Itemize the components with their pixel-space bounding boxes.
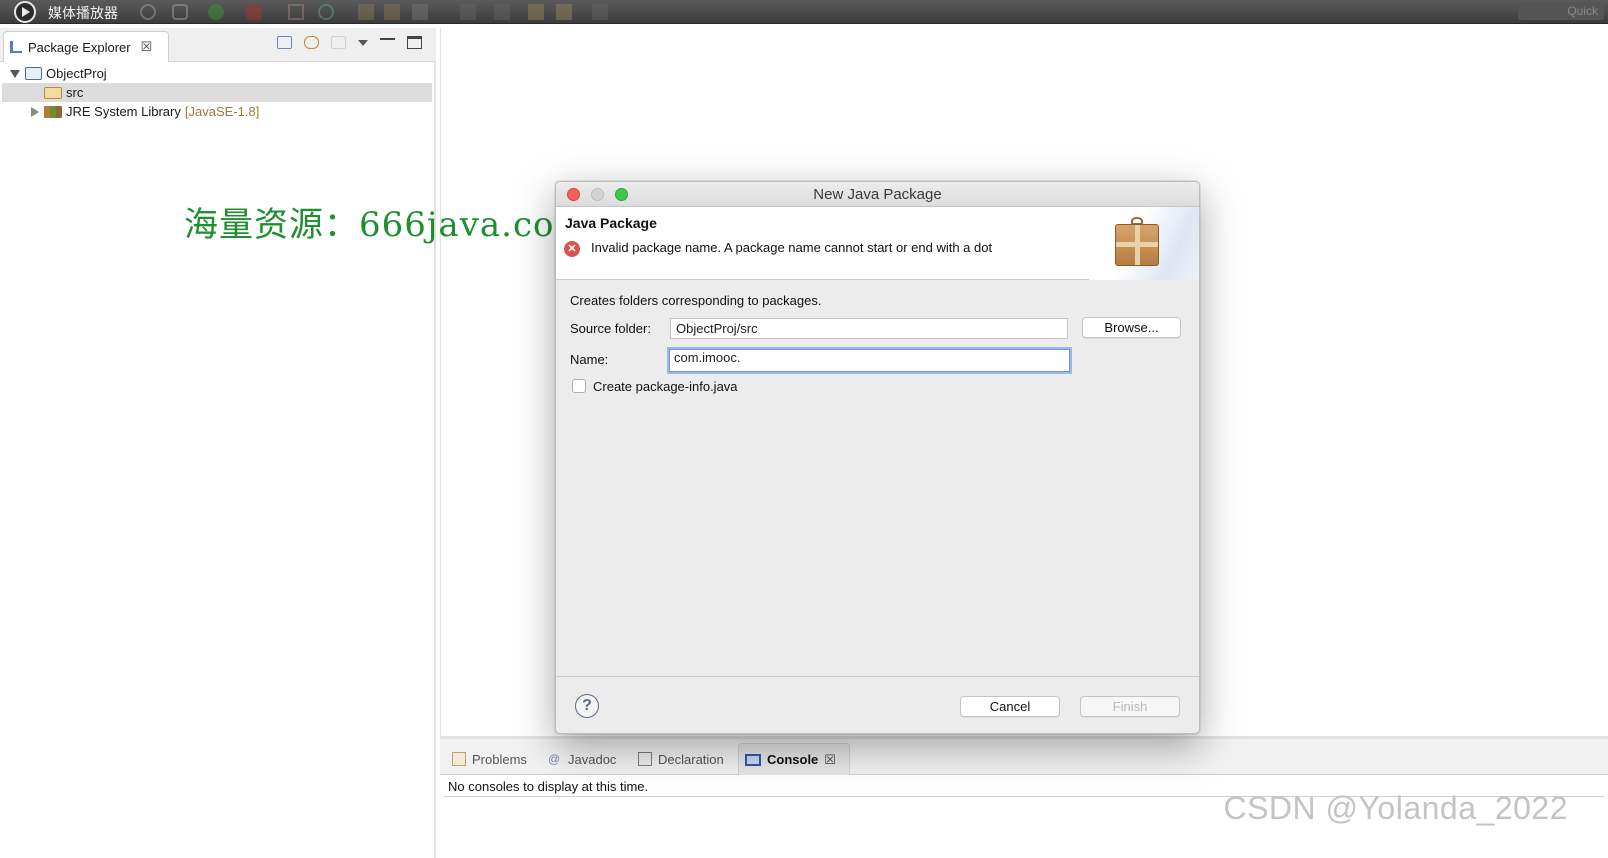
close-icon[interactable]: ☒: [141, 39, 153, 55]
minimize-icon[interactable]: [380, 38, 395, 41]
src-label: src: [66, 85, 84, 100]
edit-icon[interactable]: [412, 4, 428, 20]
explorer-tab-bar: Package Explorer ☒: [0, 28, 436, 62]
refresh-icon[interactable]: [318, 4, 334, 20]
console-icon: [745, 753, 761, 766]
tab-label: Javadoc: [568, 751, 617, 767]
open-folder-icon[interactable]: [358, 4, 374, 20]
header-title: Java Package: [565, 215, 657, 231]
dialog-description: Creates folders corresponding to package…: [570, 293, 822, 308]
name-label: Name:: [570, 352, 609, 367]
new-java-package-dialog: New Java Package Java Package ✕ Invalid …: [555, 181, 1200, 734]
media-player-bar: 媒体播放器 Quick: [0, 0, 1608, 24]
close-icon[interactable]: ☒: [824, 752, 836, 768]
project-folder-icon: [25, 67, 42, 80]
tab-label: Problems: [472, 751, 527, 767]
package-wizard-icon: [1115, 224, 1159, 266]
cancel-button[interactable]: Cancel: [960, 696, 1060, 717]
project-name: ObjectProj: [46, 66, 107, 81]
run-icon[interactable]: [208, 4, 224, 20]
new-icon[interactable]: [288, 4, 304, 20]
help-icon[interactable]: ?: [575, 694, 599, 718]
watermark-text: 海量资源：666java.com: [184, 205, 588, 245]
csdn-watermark: CSDN @Yolanda_2022: [1223, 790, 1568, 826]
source-folder-label: Source folder:: [570, 321, 651, 336]
forward-icon[interactable]: [592, 4, 608, 20]
play-icon[interactable]: [14, 1, 36, 23]
tab-package-explorer[interactable]: Package Explorer ☒: [3, 31, 169, 62]
package-explorer-icon: [10, 41, 22, 53]
collapse-arrow-icon[interactable]: [31, 106, 39, 117]
package-info-checkbox[interactable]: [572, 379, 586, 393]
tab-javadoc[interactable]: @ Javadoc: [542, 743, 622, 775]
filter-icon[interactable]: [331, 36, 346, 49]
tree-item-project[interactable]: ObjectProj: [0, 64, 436, 83]
debug-icon[interactable]: [172, 4, 188, 20]
maximize-icon[interactable]: [407, 36, 422, 49]
tree-item-src[interactable]: src: [2, 83, 432, 102]
dialog-header: Java Package ✕ Invalid package name. A p…: [556, 207, 1199, 280]
player-title: 媒体播放器: [48, 5, 118, 21]
dialog-titlebar[interactable]: New Java Package: [556, 182, 1199, 207]
external-tools-icon[interactable]: [246, 4, 262, 20]
footer-divider: [556, 676, 1199, 677]
view-menu-icon[interactable]: [358, 39, 368, 46]
source-folder-field[interactable]: ObjectProj/src: [670, 318, 1068, 339]
open-type-icon[interactable]: [384, 4, 400, 20]
package-name-input[interactable]: com.imooc.: [667, 347, 1072, 374]
source-folder-icon: [44, 86, 62, 99]
tab-label: Console: [767, 752, 819, 767]
library-icon: [44, 105, 62, 118]
problems-icon: [452, 752, 466, 766]
bottom-tab-bar: Problems @ Javadoc Declaration Console ☒: [440, 739, 1608, 775]
back-icon[interactable]: [528, 4, 544, 20]
error-icon: ✕: [564, 241, 580, 257]
history-icon[interactable]: [556, 4, 572, 20]
quick-access-field[interactable]: Quick: [1518, 2, 1604, 20]
console-message: No consoles to display at this time.: [448, 779, 649, 794]
finish-button[interactable]: Finish: [1080, 696, 1180, 717]
search-icon[interactable]: [140, 4, 156, 20]
tree-item-jre[interactable]: JRE System Library [JavaSE-1.8]: [0, 102, 436, 121]
javadoc-icon: @: [548, 752, 561, 766]
tab-label: Package Explorer: [28, 39, 131, 55]
explorer-toolbar: [277, 36, 422, 49]
error-message: Invalid package name. A package name can…: [591, 240, 993, 255]
tab-problems[interactable]: Problems: [446, 743, 533, 775]
tab-label: Declaration: [658, 751, 724, 767]
link-with-editor-icon[interactable]: [304, 36, 319, 49]
annotation-icon[interactable]: [494, 4, 510, 20]
nav-icon[interactable]: [460, 4, 476, 20]
tab-declaration[interactable]: Declaration: [632, 743, 730, 775]
declaration-icon: [638, 752, 652, 766]
dialog-title: New Java Package: [813, 186, 942, 203]
package-explorer-view: Package Explorer ☒ ObjectProj src JRE Sy…: [0, 28, 436, 858]
browse-button[interactable]: Browse...: [1082, 317, 1181, 338]
project-tree: ObjectProj src JRE System Library [JavaS…: [0, 62, 436, 121]
package-info-label: Create package-info.java: [593, 379, 738, 394]
jre-label: JRE System Library: [66, 104, 181, 119]
tab-console[interactable]: Console ☒: [738, 743, 850, 775]
expand-arrow-icon[interactable]: [10, 69, 20, 78]
collapse-all-icon[interactable]: [277, 36, 292, 49]
jre-version: [JavaSE-1.8]: [184, 104, 260, 119]
